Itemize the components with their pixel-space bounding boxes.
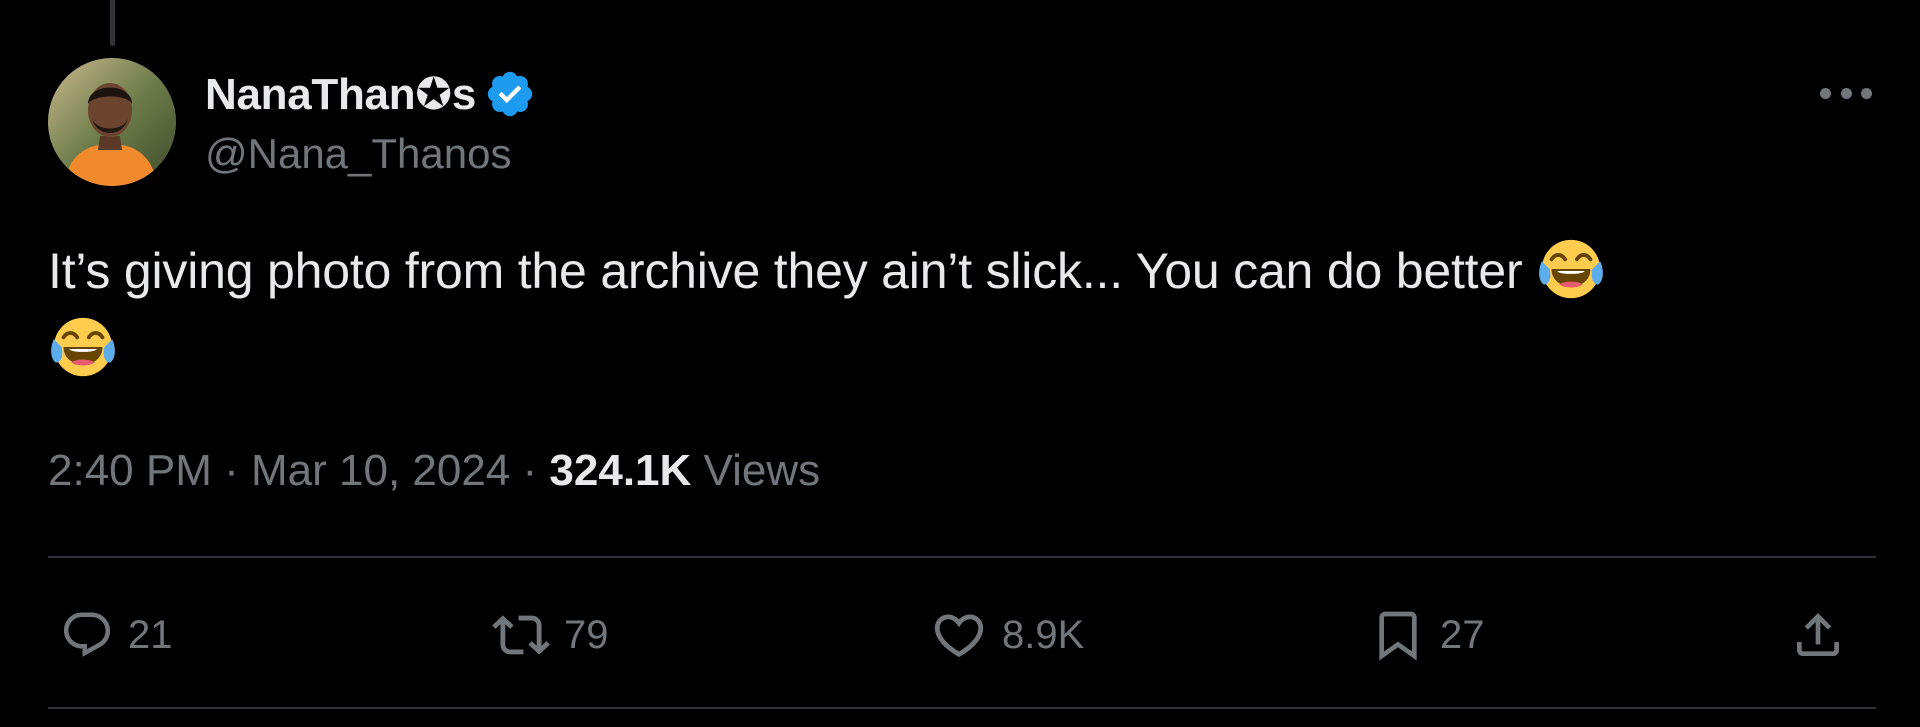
verified-badge-icon[interactable]: [484, 68, 536, 120]
author-display-name[interactable]: NanaThan✪s: [205, 69, 476, 120]
tweet-metadata: 2:40 PM · Mar 10, 2024 · 324.1K Views: [48, 446, 820, 496]
repost-icon: [492, 606, 550, 664]
like-button[interactable]: 8.9K: [930, 590, 1084, 680]
reply-button[interactable]: 21: [60, 590, 173, 680]
meta-separator: ·: [522, 446, 538, 495]
bookmark-icon: [1370, 607, 1426, 663]
tweet-actions-bar: 21 79 8.9K 27: [48, 590, 1876, 680]
tweet-time[interactable]: 2:40 PM: [48, 446, 212, 495]
divider: [48, 707, 1876, 709]
more-dot: [1840, 87, 1852, 99]
tweet-text: It’s giving photo from the archive they …: [48, 243, 1523, 299]
heart-icon: [930, 606, 988, 664]
share-button[interactable]: [1790, 590, 1846, 680]
reply-count: 21: [128, 612, 173, 657]
more-options-icon[interactable]: [1820, 78, 1872, 108]
author-display-name-row[interactable]: NanaThan✪s: [205, 66, 536, 122]
bookmark-count: 27: [1440, 612, 1485, 657]
meta-separator: ·: [224, 446, 239, 495]
author-handle[interactable]: @Nana_Thanos: [205, 130, 512, 178]
views-count[interactable]: 324.1K: [549, 446, 691, 495]
divider: [48, 556, 1876, 558]
tweet-date[interactable]: Mar 10, 2024: [251, 446, 510, 495]
avatar[interactable]: [48, 58, 176, 186]
thread-connector-line: [110, 0, 115, 46]
views-label[interactable]: Views: [704, 446, 821, 495]
face-with-tears-of-joy-icon: [48, 312, 118, 382]
more-dot: [1820, 87, 1831, 99]
face-with-tears-of-joy-icon: [1536, 234, 1606, 304]
like-count: 8.9K: [1002, 612, 1085, 657]
repost-count: 79: [564, 612, 609, 657]
more-dot: [1861, 87, 1872, 99]
tweet-body: It’s giving photo from the archive they …: [48, 232, 1848, 388]
share-icon: [1790, 607, 1846, 663]
repost-button[interactable]: 79: [492, 590, 609, 680]
bookmark-button[interactable]: 27: [1370, 590, 1485, 680]
reply-icon: [60, 608, 114, 662]
